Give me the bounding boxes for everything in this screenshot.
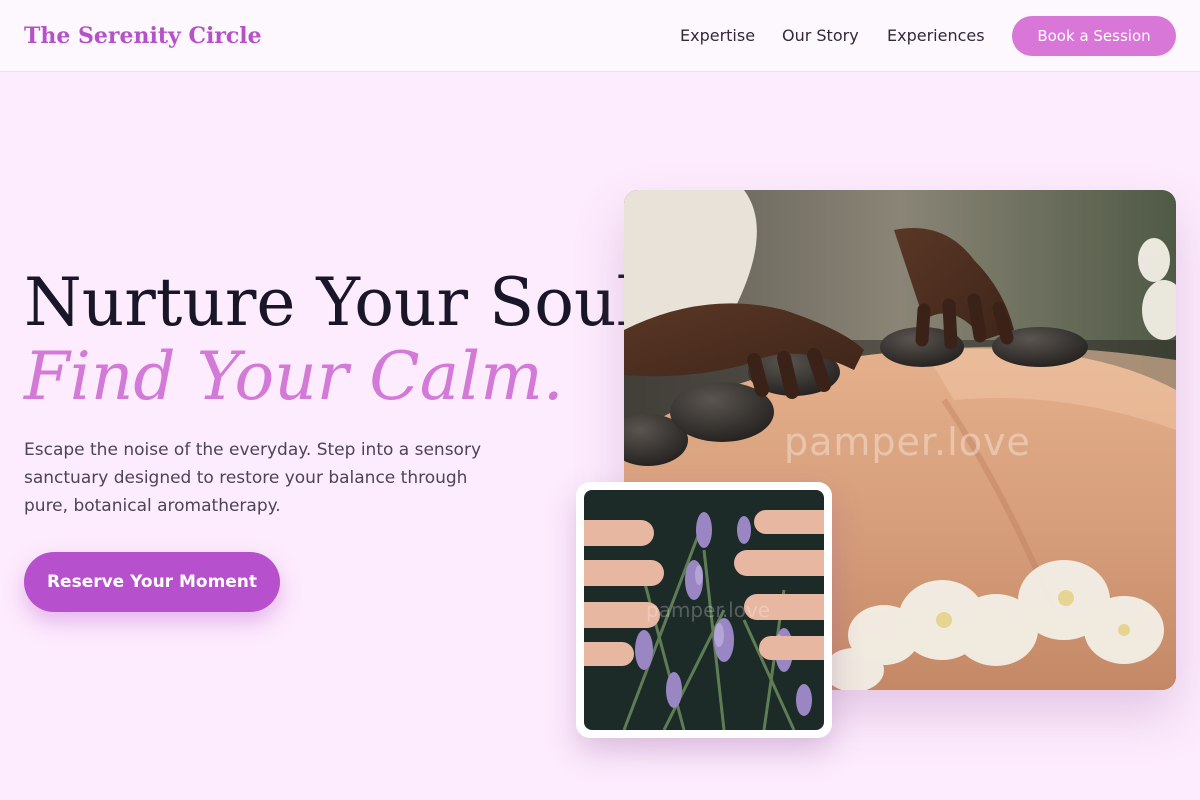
inset-photo-watermark: pamper.love bbox=[646, 598, 771, 622]
reserve-moment-button[interactable]: Reserve Your Moment bbox=[24, 552, 280, 612]
hero-title-line2: Find Your Calm. bbox=[24, 338, 564, 415]
page: The Serenity Circle Expertise Our Story … bbox=[0, 0, 1200, 800]
nav-link-expertise[interactable]: Expertise bbox=[680, 24, 755, 48]
lavender-photo-card: pamper.love bbox=[576, 482, 832, 738]
hero-description: Escape the noise of the everyday. Step i… bbox=[24, 440, 482, 516]
hero-title-line1: Nurture Your Soul, bbox=[24, 264, 659, 341]
main-photo-watermark: pamper.love bbox=[784, 420, 1031, 464]
hero-title: Nurture Your Soul, Find Your Calm. bbox=[24, 266, 659, 414]
nav-link-experiences[interactable]: Experiences bbox=[887, 24, 985, 48]
site-header: The Serenity Circle Expertise Our Story … bbox=[0, 0, 1200, 72]
nav-link-our-story[interactable]: Our Story bbox=[782, 24, 859, 48]
book-session-button[interactable]: Book a Session bbox=[1012, 16, 1176, 56]
lavender-photo: pamper.love bbox=[584, 490, 824, 730]
